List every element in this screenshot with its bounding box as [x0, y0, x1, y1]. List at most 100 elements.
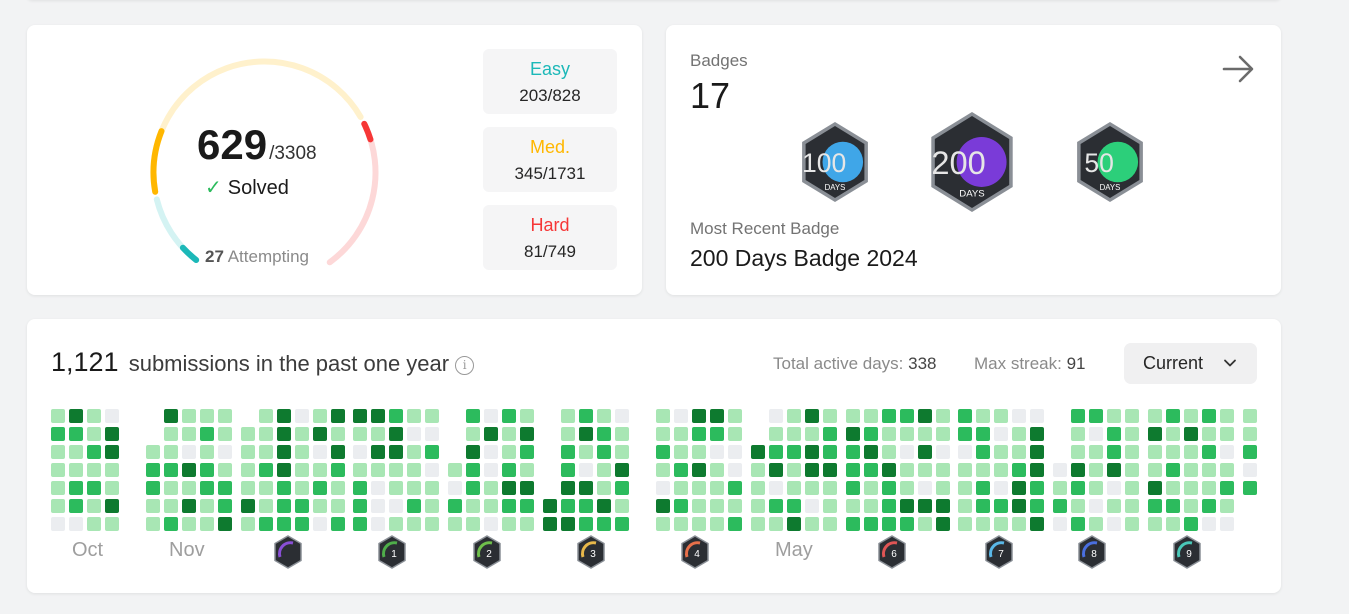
heatmap-day-cell[interactable]: [331, 481, 345, 495]
heatmap-day-cell[interactable]: [900, 409, 914, 423]
heatmap-day-cell[interactable]: [484, 445, 498, 459]
heatmap-day-cell[interactable]: [1012, 499, 1026, 513]
heatmap-day-cell[interactable]: [466, 517, 480, 531]
heatmap-day-cell[interactable]: [976, 445, 990, 459]
heatmap-day-cell[interactable]: [353, 463, 367, 477]
heatmap-day-cell[interactable]: [105, 445, 119, 459]
heatmap-day-cell[interactable]: [1071, 481, 1085, 495]
heatmap-day-cell[interactable]: [864, 517, 878, 531]
heatmap-day-cell[interactable]: [1148, 481, 1162, 495]
heatmap-day-cell[interactable]: [466, 409, 480, 423]
50-days-badge-icon[interactable]: 50 DAYS: [1071, 121, 1149, 203]
heatmap-day-cell[interactable]: [87, 427, 101, 441]
heatmap-day-cell[interactable]: [787, 409, 801, 423]
heatmap-day-cell[interactable]: [277, 463, 291, 477]
heatmap-day-cell[interactable]: [1107, 427, 1121, 441]
heatmap-day-cell[interactable]: [994, 427, 1008, 441]
heatmap-day-cell[interactable]: [597, 463, 611, 477]
heatmap-day-cell[interactable]: [502, 517, 516, 531]
heatmap-day-cell[interactable]: [864, 463, 878, 477]
heatmap-day-cell[interactable]: [353, 499, 367, 513]
heatmap-day-cell[interactable]: [958, 499, 972, 513]
heatmap-day-cell[interactable]: [425, 427, 439, 441]
heatmap-day-cell[interactable]: [1012, 445, 1026, 459]
heatmap-day-cell[interactable]: [976, 517, 990, 531]
heatmap-day-cell[interactable]: [710, 409, 724, 423]
heatmap-day-cell[interactable]: [674, 517, 688, 531]
heatmap-day-cell[interactable]: [787, 445, 801, 459]
heatmap-day-cell[interactable]: [1243, 409, 1257, 423]
heatmap-day-cell[interactable]: [371, 445, 385, 459]
heatmap-day-cell[interactable]: [751, 517, 765, 531]
heatmap-day-cell[interactable]: [1220, 481, 1234, 495]
heatmap-day-cell[interactable]: [710, 517, 724, 531]
heatmap-day-cell[interactable]: [674, 409, 688, 423]
heatmap-day-cell[interactable]: [823, 409, 837, 423]
heatmap-day-cell[interactable]: [882, 445, 896, 459]
heatmap-day-cell[interactable]: [1148, 463, 1162, 477]
heatmap-day-cell[interactable]: [295, 445, 309, 459]
heatmap-day-cell[interactable]: [353, 427, 367, 441]
heatmap-day-cell[interactable]: [597, 481, 611, 495]
arrow-right-icon[interactable]: [1220, 51, 1256, 87]
heatmap-day-cell[interactable]: [51, 445, 65, 459]
heatmap-day-cell[interactable]: [1243, 427, 1257, 441]
heatmap-day-cell[interactable]: [674, 481, 688, 495]
heatmap-day-cell[interactable]: [882, 427, 896, 441]
heatmap-day-cell[interactable]: [1202, 463, 1216, 477]
heatmap-day-cell[interactable]: [615, 427, 629, 441]
heatmap-day-cell[interactable]: [994, 445, 1008, 459]
heatmap-day-cell[interactable]: [805, 499, 819, 513]
heatmap-day-cell[interactable]: [692, 427, 706, 441]
heatmap-day-cell[interactable]: [769, 517, 783, 531]
heatmap-day-cell[interactable]: [371, 517, 385, 531]
heatmap-day-cell[interactable]: [520, 499, 534, 513]
heatmap-day-cell[interactable]: [615, 499, 629, 513]
heatmap-day-cell[interactable]: [331, 517, 345, 531]
heatmap-day-cell[interactable]: [787, 499, 801, 513]
heatmap-day-cell[interactable]: [1166, 445, 1180, 459]
heatmap-day-cell[interactable]: [51, 427, 65, 441]
heatmap-day-cell[interactable]: [805, 517, 819, 531]
heatmap-day-cell[interactable]: [918, 427, 932, 441]
heatmap-day-cell[interactable]: [371, 427, 385, 441]
heatmap-day-cell[interactable]: [295, 499, 309, 513]
heatmap-day-cell[interactable]: [182, 517, 196, 531]
heatmap-day-cell[interactable]: [277, 517, 291, 531]
heatmap-day-cell[interactable]: [728, 445, 742, 459]
heatmap-day-cell[interactable]: [958, 517, 972, 531]
heatmap-day-cell[interactable]: [259, 517, 273, 531]
heatmap-day-cell[interactable]: [1243, 481, 1257, 495]
heatmap-day-cell[interactable]: [769, 409, 783, 423]
heatmap-day-cell[interactable]: [484, 499, 498, 513]
heatmap-day-cell[interactable]: [1125, 517, 1139, 531]
heatmap-day-cell[interactable]: [1071, 409, 1085, 423]
heatmap-day-cell[interactable]: [1030, 481, 1044, 495]
heatmap-day-cell[interactable]: [259, 463, 273, 477]
heatmap-day-cell[interactable]: [1012, 409, 1026, 423]
heatmap-day-cell[interactable]: [692, 517, 706, 531]
heatmap-day-cell[interactable]: [579, 481, 593, 495]
heatmap-day-cell[interactable]: [407, 481, 421, 495]
heatmap-day-cell[interactable]: [331, 463, 345, 477]
heatmap-day-cell[interactable]: [846, 463, 860, 477]
heatmap-day-cell[interactable]: [1166, 463, 1180, 477]
heatmap-day-cell[interactable]: [710, 499, 724, 513]
heatmap-day-cell[interactable]: [882, 409, 896, 423]
heatmap-day-cell[interactable]: [259, 445, 273, 459]
heatmap-day-cell[interactable]: [313, 517, 327, 531]
heatmap-day-cell[interactable]: [918, 463, 932, 477]
heatmap-day-cell[interactable]: [466, 499, 480, 513]
heatmap-day-cell[interactable]: [241, 499, 255, 513]
heatmap-day-cell[interactable]: [1107, 463, 1121, 477]
heatmap-day-cell[interactable]: [918, 499, 932, 513]
heatmap-day-cell[interactable]: [1030, 409, 1044, 423]
heatmap-day-cell[interactable]: [561, 481, 575, 495]
heatmap-day-cell[interactable]: [484, 517, 498, 531]
heatmap-day-cell[interactable]: [371, 409, 385, 423]
heatmap-day-cell[interactable]: [692, 409, 706, 423]
heatmap-day-cell[interactable]: [51, 517, 65, 531]
heatmap-day-cell[interactable]: [1089, 481, 1103, 495]
heatmap-day-cell[interactable]: [936, 517, 950, 531]
heatmap-day-cell[interactable]: [218, 427, 232, 441]
